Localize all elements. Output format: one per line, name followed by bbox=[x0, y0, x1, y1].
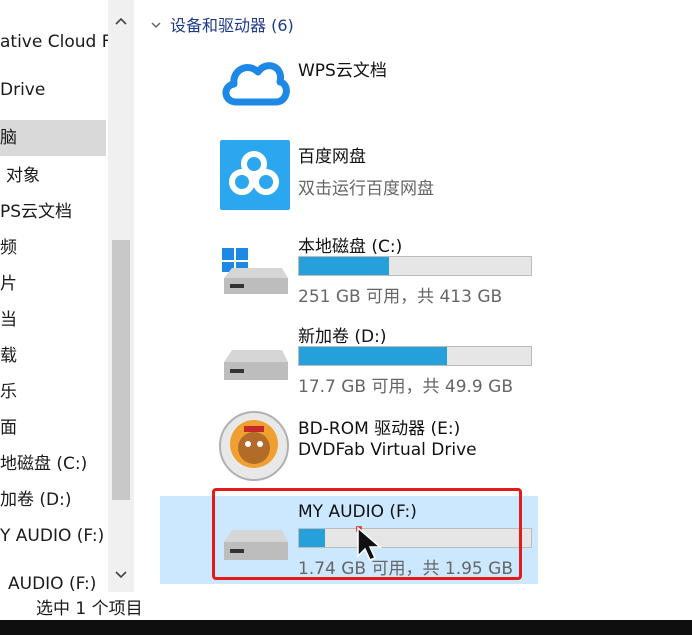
baidu-netdisk-icon bbox=[218, 138, 290, 210]
nav-item-music[interactable]: 乐 bbox=[0, 374, 112, 410]
nav-item-label: 乐 bbox=[0, 382, 17, 402]
nav-item-label: Y AUDIO (F:) bbox=[0, 526, 105, 546]
drive-item-wps-cloud[interactable]: WPS云文档 bbox=[214, 52, 614, 132]
nav-item-my-audio-f-2[interactable]: AUDIO (F:) bbox=[0, 566, 112, 592]
chevron-down-icon[interactable] bbox=[150, 19, 162, 34]
nav-item-label: 频 bbox=[0, 238, 17, 258]
drive-item-local-disk-c[interactable]: 本地磁盘 (C:) 251 GB 可用，共 413 GB bbox=[214, 228, 614, 308]
nav-item-my-audio-f[interactable]: Y AUDIO (F:) bbox=[0, 518, 112, 554]
drive-item-baidu-netdisk[interactable]: 百度网盘 双击运行百度网盘 bbox=[214, 138, 614, 218]
nav-item-this-pc[interactable]: 脑 bbox=[0, 120, 106, 156]
group-title: 设备和驱动器 (6) bbox=[170, 16, 294, 35]
cloud-icon bbox=[218, 52, 290, 124]
dvdfab-icon bbox=[218, 410, 290, 482]
nav-item-label: 当 bbox=[0, 310, 17, 330]
drive-icon bbox=[218, 318, 290, 390]
navigation-pane: ative Cloud Fi Drive 脑 对象 PS云文档 频 片 当 载 … bbox=[0, 0, 112, 592]
nav-item-creative-cloud[interactable]: ative Cloud Fi bbox=[0, 24, 112, 60]
nav-item-new-volume-d[interactable]: 加卷 (D:) bbox=[0, 482, 112, 518]
drive-name: 百度网盘 bbox=[298, 147, 366, 167]
nav-item-label: 面 bbox=[0, 418, 17, 438]
nav-item-label: 对象 bbox=[6, 166, 40, 186]
drive-subtitle: DVDFab Virtual Drive bbox=[298, 440, 477, 460]
drive-free-space: 17.7 GB 可用，共 49.9 GB bbox=[298, 377, 513, 397]
drive-name: 新加卷 (D:) bbox=[298, 327, 387, 347]
nav-item-documents[interactable]: 当 bbox=[0, 302, 112, 338]
nav-item-label: PS云文档 bbox=[0, 202, 73, 222]
group-header-devices[interactable]: 设备和驱动器 (6) bbox=[150, 12, 294, 36]
scroll-up-icon[interactable] bbox=[113, 14, 129, 30]
nav-item-label: 载 bbox=[0, 346, 17, 366]
nav-item-pictures[interactable]: 片 bbox=[0, 266, 112, 302]
content-pane: 设备和驱动器 (6) WPS云文档 百度网盘 双击运行百度网盘 本地磁盘 (C:… bbox=[134, 0, 692, 592]
usage-fill bbox=[299, 257, 390, 275]
drive-item-new-volume-d[interactable]: 新加卷 (D:) 17.7 GB 可用，共 49.9 GB bbox=[214, 318, 614, 398]
drive-subtitle: 双击运行百度网盘 bbox=[298, 179, 434, 199]
nav-item-local-disk-c[interactable]: 地磁盘 (C:) bbox=[0, 446, 112, 482]
status-bar: 选中 1 个项目 bbox=[0, 592, 692, 620]
drive-free-space: 251 GB 可用，共 413 GB bbox=[298, 287, 503, 307]
nav-item-videos[interactable]: 频 bbox=[0, 230, 112, 266]
scroll-thumb[interactable] bbox=[112, 240, 130, 500]
usage-bar bbox=[298, 346, 532, 366]
nav-item-wps-cloud[interactable]: PS云文档 bbox=[0, 194, 112, 230]
drive-name: 本地磁盘 (C:) bbox=[298, 237, 403, 257]
usage-bar bbox=[298, 256, 532, 276]
nav-item-label: Drive bbox=[0, 80, 46, 100]
scroll-down-icon[interactable] bbox=[113, 566, 129, 582]
nav-item-onedrive[interactable]: Drive bbox=[0, 72, 112, 108]
nav-item-desktop[interactable]: 面 bbox=[0, 410, 112, 446]
windows-drive-icon bbox=[218, 228, 290, 300]
nav-scrollbar[interactable] bbox=[108, 0, 134, 592]
drive-name: WPS云文档 bbox=[298, 61, 387, 81]
nav-item-label: 片 bbox=[0, 274, 17, 294]
nav-item-3d-objects[interactable]: 对象 bbox=[0, 158, 112, 194]
nav-item-label: 地磁盘 (C:) bbox=[0, 454, 88, 474]
drive-name: BD-ROM 驱动器 (E:) bbox=[298, 419, 461, 439]
nav-item-label: 脑 bbox=[0, 128, 17, 148]
nav-item-downloads[interactable]: 载 bbox=[0, 338, 112, 374]
taskbar bbox=[0, 620, 692, 635]
nav-item-label: 加卷 (D:) bbox=[0, 490, 72, 510]
usage-fill bbox=[299, 347, 448, 365]
nav-item-label: ative Cloud Fi bbox=[0, 32, 112, 52]
drive-item-bd-rom-e[interactable]: BD-ROM 驱动器 (E:) DVDFab Virtual Drive bbox=[214, 410, 614, 490]
nav-item-label: AUDIO (F:) bbox=[8, 574, 97, 592]
status-text: 选中 1 个项目 bbox=[36, 599, 143, 619]
